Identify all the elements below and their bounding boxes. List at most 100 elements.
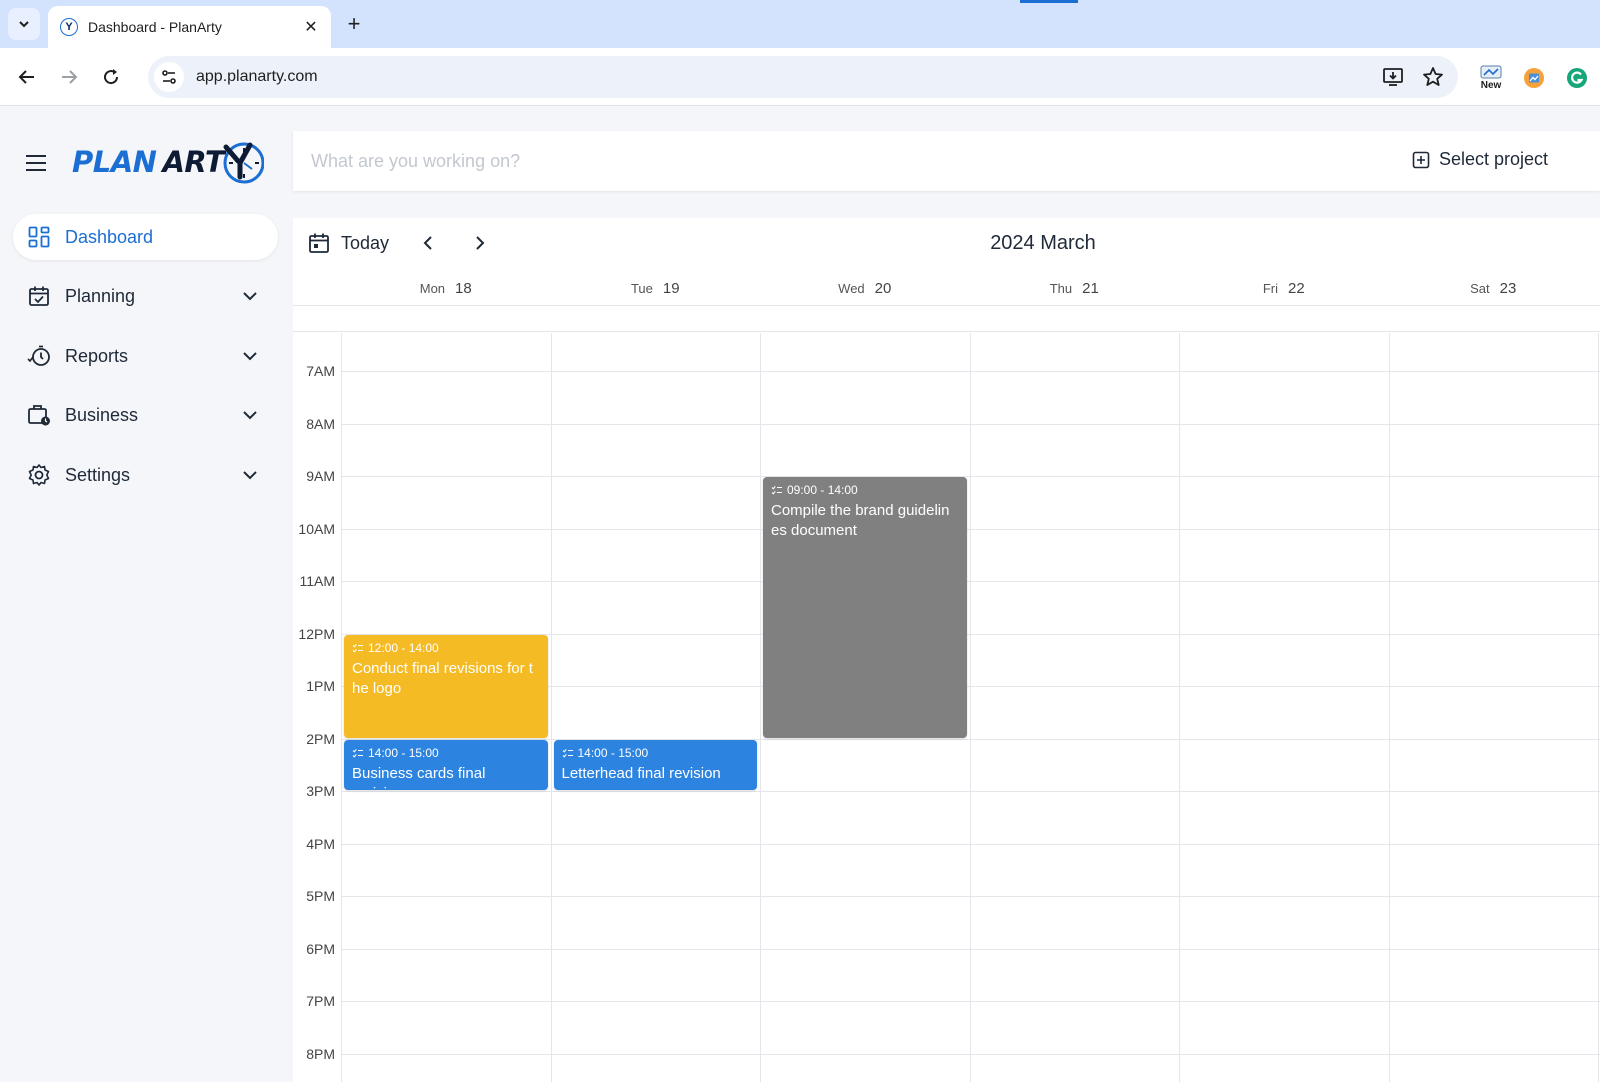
hour-gridline [341,371,1600,372]
sidebar-item-reports[interactable]: Reports [13,333,278,379]
day-header-sat: Sat 23 [1389,280,1599,300]
calendar-event[interactable]: 14:00 - 15:00 Letterhead final revision [553,739,757,790]
logo-text-arty: ART [162,145,225,179]
chevron-left-icon [423,236,432,250]
task-checklist-icon [771,485,782,495]
arrow-left-icon [18,70,34,84]
chevron-right-icon [476,236,485,250]
extension-image-button[interactable] [1518,62,1550,94]
extension-screen-icon [1480,65,1502,79]
chevron-down-icon [238,403,262,427]
today-label: Today [341,232,390,253]
hour-gridline [341,581,1600,582]
sidebar-item-dashboard[interactable]: Dashboard [13,214,278,260]
planarty-favicon-icon: Y [60,18,78,36]
hour-label: 7AM [306,363,335,379]
sidebar-item-label: Dashboard [65,226,154,247]
sidebar: PLAN ART Dashboard Planning Reports Busi… [0,106,292,1082]
event-time-text: 09:00 - 14:00 [787,483,858,497]
day-column-divider [1598,333,1599,1082]
extension-image-icon [1524,68,1544,88]
dashboard-icon [27,225,51,249]
planarty-logo[interactable]: PLAN ART [72,134,265,190]
hour-label: 4PM [306,835,335,852]
hour-gridline [341,1001,1600,1002]
task-description-input[interactable] [311,150,1211,172]
month-title: 2024 March [990,232,1096,254]
event-time: 14:00 - 15:00 [352,746,540,760]
browser-tab-dashboard[interactable]: Y Dashboard - PlanArty ✕ [48,6,331,48]
hour-label: 9AM [306,468,335,484]
hour-label: 5PM [306,888,335,904]
bookmark-star-icon[interactable] [1418,62,1448,92]
grammarly-extension-button[interactable] [1561,62,1593,94]
day-number: 22 [1287,280,1305,297]
hour-label: 1PM [306,678,335,694]
previous-week-button[interactable] [415,230,441,256]
stopwatch-icon [27,344,51,368]
hour-gridline [341,1053,1600,1055]
sidebar-item-label: Settings [65,464,131,485]
tab-search-button[interactable] [8,8,40,40]
site-settings-icon[interactable] [154,62,184,92]
sidebar-item-settings[interactable]: Settings [13,452,278,498]
address-bar[interactable]: app.planarty.com [148,56,1458,98]
select-project-label: Select project [1438,149,1548,169]
calendar-event[interactable]: 12:00 - 14:00 Conduct final revisions for… [344,634,548,738]
tab-close-icon[interactable]: ✕ [301,17,321,37]
event-title: Business cards final revision [352,764,486,791]
day-name: Mon [419,281,446,296]
calendar-event[interactable]: 14:00 - 15:00 Business cards final revisi… [344,739,548,791]
day-header-fri: Fri 22 [1179,280,1389,300]
sidebar-item-business[interactable]: Business [13,392,278,438]
day-column-divider [969,333,971,1082]
extension-new-button[interactable]: New [1475,62,1507,94]
day-column-divider [1179,333,1180,1082]
back-button[interactable] [12,62,42,92]
calendar-today-icon [307,231,331,255]
event-time: 09:00 - 14:00 [771,483,959,497]
chevron-down-icon [238,284,262,308]
select-project-button[interactable]: Select project [1411,149,1548,170]
sidebar-item-label: Reports [65,345,129,366]
chevron-down-icon [238,463,262,487]
all-day-row[interactable] [293,306,1600,332]
day-name: Sat [1470,281,1490,296]
sidebar-item-planning[interactable]: Planning [13,273,278,319]
install-app-icon[interactable] [1378,62,1408,92]
hour-label: 7PM [306,993,335,1009]
chevron-down-icon [19,21,29,28]
time-grid[interactable]: 7AM 8AM 9AM 10AM 11AM 12PM 1PM 2PM 3PM 4PM 5PM 6PM 7… [293,333,1600,1082]
event-time-text: 14:00 - 15:00 [368,745,439,760]
day-number: 21 [1082,280,1099,297]
hour-gridline [341,948,1600,950]
new-tab-button[interactable]: + [340,10,368,38]
day-column-divider [550,333,552,1082]
task-checklist-icon [352,748,363,758]
next-week-button[interactable] [467,230,493,256]
reload-icon [104,69,119,85]
browser-toolbar: app.planarty.com New [0,48,1600,106]
day-name: Wed [838,281,865,296]
day-column-divider [1388,333,1390,1082]
logo-text-plan: PLAN [72,145,157,179]
tab-indicator [1020,0,1078,3]
forward-button[interactable] [54,62,84,92]
event-title: Letterhead final revision [561,764,721,782]
hour-gridline [341,423,1600,425]
day-number: 19 [662,280,680,297]
hour-label: 11AM [299,573,335,589]
event-time: 12:00 - 14:00 [352,641,540,655]
hour-label: 10AM [298,520,335,537]
hour-label: 8PM [306,1045,335,1062]
day-column-divider [760,333,761,1082]
hour-gridline [341,476,1600,477]
reload-button[interactable] [96,62,126,92]
hamburger-icon [26,155,46,171]
menu-toggle-button[interactable] [24,151,48,175]
today-button[interactable]: Today [307,228,389,258]
calendar-check-icon [27,284,51,308]
day-header-wed: Wed 20 [760,280,970,300]
calendar-event[interactable]: 09:00 - 14:00 Compile the brand guidelin … [763,477,967,738]
event-title: Conduct final revisions for t he logo [352,659,533,697]
